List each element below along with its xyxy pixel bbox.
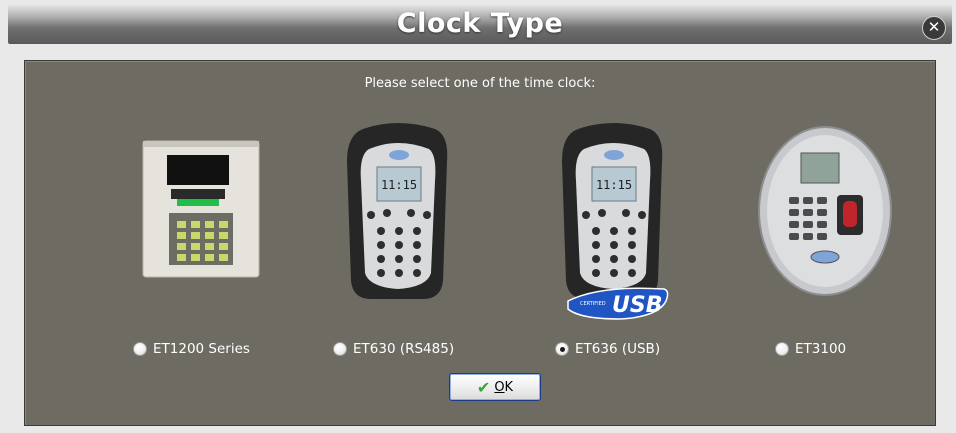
option-et1200-series[interactable]: ET1200 Series [133,341,250,357]
radio-et1200-series[interactable] [133,342,147,356]
option-label: ET1200 Series [153,341,250,357]
svg-text:11:15: 11:15 [381,178,417,192]
radio-et636-usb[interactable] [555,342,569,356]
et3100-clock-icon [755,119,895,303]
option-label: ET3100 [795,341,847,357]
clock-type-window: Clock Type ✕ Please select one of the ti… [0,0,956,433]
usb-certified-badge: CERTIFIED USB [560,283,670,321]
et636-clock-icon: 11:15 [558,121,668,307]
window-title: Clock Type [396,8,564,39]
option-label: ET630 (RS485) [353,341,455,357]
ok-button[interactable]: ✔ OK [449,373,541,401]
et630-clock-icon: 11:15 [343,121,453,307]
et1200-clock-icon [137,133,267,287]
svg-text:CERTIFIED: CERTIFIED [580,301,606,307]
svg-text:USB: USB [612,293,662,318]
radio-et3100[interactable] [775,342,789,356]
ok-label: OK [494,379,514,395]
option-et630-rs485[interactable]: ET630 (RS485) [333,341,454,357]
option-label: ET636 (USB) [575,341,661,357]
svg-text:11:15: 11:15 [596,178,632,192]
selection-prompt: Please select one of the time clock: [364,76,596,91]
option-et3100[interactable]: ET3100 [775,341,846,357]
option-et636-usb[interactable]: ET636 (USB) [555,341,660,357]
checkmark-icon: ✔ [476,377,491,397]
radio-et630-rs485[interactable] [333,342,347,356]
title-bar: Clock Type ✕ [8,4,952,44]
close-icon[interactable]: ✕ [922,16,946,40]
clock-selection-panel: Please select one of the time clock: 11:… [24,60,936,426]
